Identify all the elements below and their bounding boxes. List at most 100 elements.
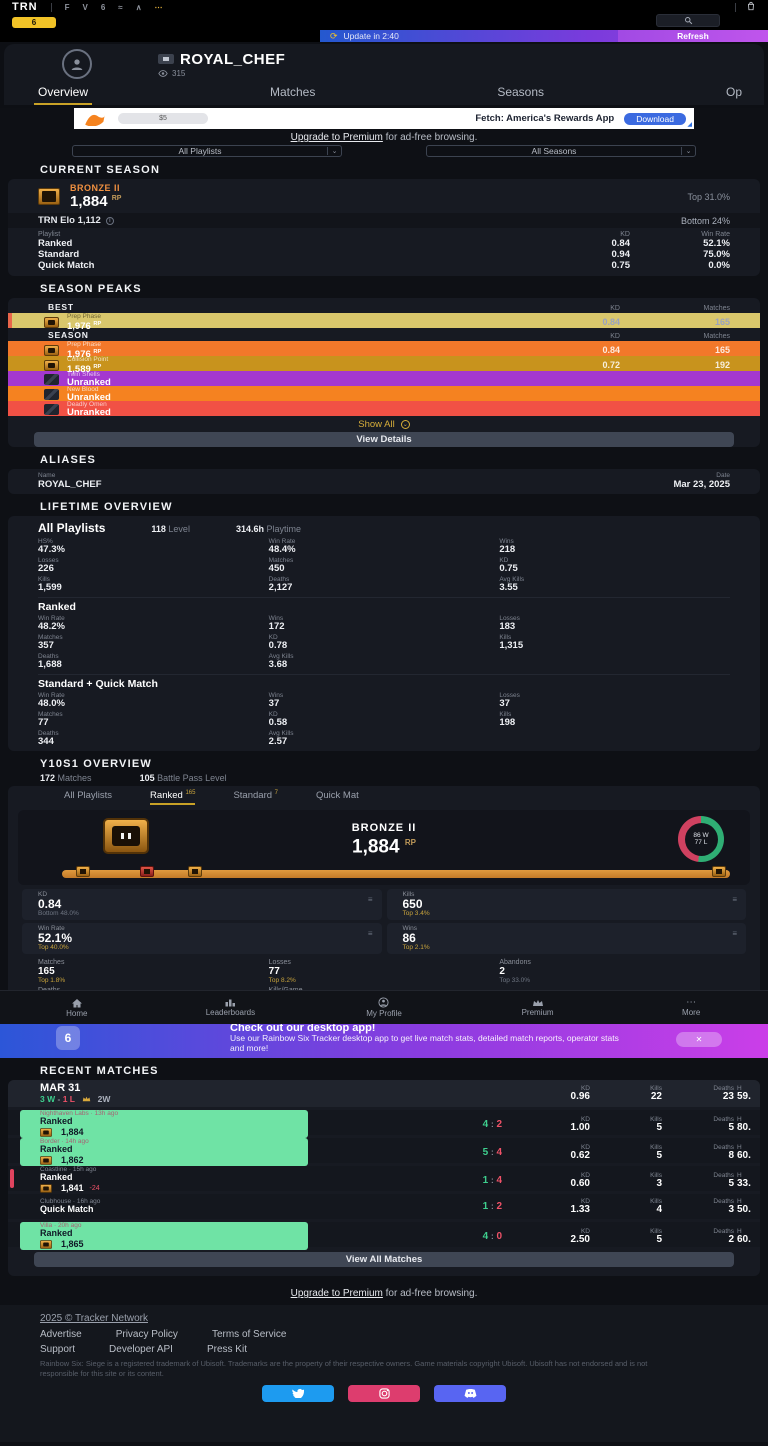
close-button[interactable]: ✕: [676, 1032, 722, 1048]
tile-kd[interactable]: ≡ KD 0.84 Bottom 48.0%: [22, 889, 382, 921]
desktop-app-banner[interactable]: 6 Check out our desktop app! Use our Rai…: [0, 1018, 768, 1059]
rank-points: 1,884 RP: [352, 836, 416, 858]
link-privacy-policy[interactable]: Privacy Policy: [116, 1329, 178, 1340]
rank-badge-icon: [40, 1239, 52, 1249]
playlist-row-standard: Standard 0.94 75.0%: [38, 249, 730, 260]
nav-leaderboards[interactable]: Leaderboards: [154, 991, 308, 1024]
link-support[interactable]: Support: [40, 1344, 75, 1355]
ad-download-button[interactable]: Download: [624, 112, 686, 125]
tab-operators[interactable]: Op: [722, 83, 746, 105]
view-details-button[interactable]: View Details: [34, 432, 734, 447]
chevron-down-icon: ⌄: [400, 419, 410, 429]
game-icon-misc[interactable]: ≈: [118, 3, 122, 12]
tab-matches[interactable]: Matches: [266, 83, 319, 105]
chevron-down-icon: ⌄: [681, 147, 695, 155]
tile-menu-icon[interactable]: ≡: [368, 896, 373, 904]
adchoices-icon[interactable]: ◢: [687, 121, 692, 128]
playlist-filter-label: All Playlists: [178, 146, 222, 156]
season-header: SEASON KD Matches: [48, 330, 730, 340]
stat-cell: Avg Kills 2.57: [268, 730, 294, 747]
tile-kills[interactable]: ≡ Kills 650 Top 3.4%: [386, 889, 746, 921]
stat-cell: Win Rate 48.2%: [38, 615, 65, 632]
tab-quick-match[interactable]: Quick Mat: [316, 790, 359, 805]
chevron-down-icon: ⌄: [327, 147, 341, 155]
premium-crown-icon: [532, 999, 543, 1006]
top-app-bar: TRN F V 6 ≈ ∧ ⋯: [0, 0, 768, 14]
person-icon: [71, 59, 83, 70]
lifetime-title: LIFETIME OVERVIEW: [40, 501, 173, 513]
tab-ranked[interactable]: Ranked 165: [150, 790, 196, 806]
tab-all-playlists[interactable]: All Playlists: [64, 790, 112, 805]
rank-badge-large-icon: [103, 818, 149, 855]
match-row-clubhouse[interactable]: Clubhouse · 16h ago Quick Match 1 : 2 KD…: [8, 1194, 760, 1220]
search-button[interactable]: [656, 14, 720, 27]
divider: [50, 2, 52, 12]
tile-menu-icon[interactable]: ≡: [368, 930, 373, 938]
season-row-twin-shells[interactable]: Twin Shells Unranked: [8, 371, 760, 387]
match-row-coastline[interactable]: Coastline · 15h ago Ranked 1,841 -24 1 : …: [8, 1166, 760, 1193]
game-icon-fortnite[interactable]: F: [65, 3, 70, 12]
info-icon[interactable]: i: [105, 216, 114, 225]
tile-wins[interactable]: ≡ Wins 86 Top 2.1%: [386, 923, 746, 955]
link-terms-of-service[interactable]: Terms of Service: [212, 1329, 286, 1340]
game-icon-valorant[interactable]: V: [83, 3, 88, 12]
season-row-deadly-omen[interactable]: Deadly Omen Unranked: [8, 401, 760, 417]
nav-my-profile[interactable]: My Profile: [307, 991, 461, 1024]
twitter-button[interactable]: [262, 1384, 334, 1402]
player-name: ROYAL_CHEF: [180, 50, 286, 68]
trn-logo[interactable]: TRN: [12, 1, 38, 13]
match-row-border[interactable]: Border · 14h ago Ranked 1,862 5 : 4 KD 0.…: [8, 1138, 760, 1166]
tab-overview[interactable]: Overview: [34, 83, 93, 105]
playlist-row-ranked: Ranked 0.84 52.1%: [38, 238, 730, 249]
game-icon-misc2[interactable]: ∧: [136, 3, 142, 12]
tab-seasons[interactable]: Seasons: [493, 83, 548, 105]
ad-banner[interactable]: $5 Fetch: America's Rewards App Download…: [74, 108, 694, 129]
match-row-villa[interactable]: Villa · 20h ago Ranked 1,865 4 : 0 KD 2.5…: [8, 1222, 760, 1250]
more-games-icon[interactable]: ⋯: [155, 3, 164, 12]
playlist-table-header: Playlist KD Win Rate: [38, 231, 730, 238]
unranked-icon: [44, 403, 59, 415]
show-all-button[interactable]: Show All ⌄: [8, 419, 760, 430]
upgrade-premium-link[interactable]: Upgrade to Premium: [291, 1288, 383, 1299]
refresh-cycle-icon: ⟳: [330, 30, 338, 41]
stat-cell: Kills 1,315: [499, 634, 524, 651]
stat-cell: Losses 183: [499, 615, 520, 632]
link-press-kit[interactable]: Press Kit: [207, 1344, 247, 1355]
link-developer-api[interactable]: Developer API: [109, 1344, 173, 1355]
game-icon-r6[interactable]: 6: [101, 3, 105, 12]
r6-game-button[interactable]: 6: [12, 16, 56, 28]
season-filter-dropdown[interactable]: All Seasons ⌄: [426, 145, 696, 157]
stat-cell: KD 0.78: [268, 634, 288, 651]
nav-premium[interactable]: Premium: [461, 991, 615, 1024]
tile-menu-icon[interactable]: ≡: [732, 930, 737, 938]
stat-cell: Avg Kills 3.68: [268, 653, 294, 670]
link-advertise[interactable]: Advertise: [40, 1329, 82, 1340]
tile-menu-icon[interactable]: ≡: [732, 896, 737, 904]
season-row-collision-point[interactable]: Collision Point 1,589 RP 0.72 192: [8, 356, 760, 374]
rank-name: BRONZE II: [351, 821, 417, 834]
upgrade-premium-link[interactable]: Upgrade to Premium: [291, 132, 383, 143]
aliases-card: Name ROYAL_CHEF Date Mar 23, 2025: [8, 469, 760, 494]
nav-more[interactable]: ⋯ More: [614, 991, 768, 1024]
tab-standard[interactable]: Standard 7: [233, 790, 278, 805]
playlist-filter-dropdown[interactable]: All Playlists ⌄: [72, 145, 342, 157]
refresh-button[interactable]: Refresh: [618, 30, 768, 42]
search-icon: [684, 17, 692, 25]
nav-home[interactable]: Home: [0, 991, 154, 1024]
y10s1-card: All Playlists Ranked 165 Standard 7 Quic…: [8, 786, 760, 1013]
banner-body: Use our Rainbow Six Tracker desktop app …: [230, 1033, 619, 1054]
elo-percentile: Bottom 24%: [680, 215, 730, 226]
premium-note-footer: Upgrade to Premium for ad-free browsing.: [0, 1288, 768, 1299]
match-row-nighthaven[interactable]: Nighthaven Labs · 13h ago Ranked 1,884 4…: [8, 1110, 760, 1138]
season-row-new-blood[interactable]: New Blood Unranked: [8, 386, 760, 402]
discord-button[interactable]: [434, 1384, 506, 1402]
instagram-button[interactable]: [348, 1384, 420, 1402]
season-row-prep-phase[interactable]: Prep Phase 1,976 RP 0.84 165: [8, 341, 760, 359]
best-peak-row[interactable]: Prep Phase 1,976 RP 0.84 165: [8, 313, 760, 331]
y10s1-subtitle: 172 Matches 105 Battle Pass Level: [40, 773, 227, 783]
rank-badge-icon: [38, 188, 60, 205]
current-season-card: BRONZE II 1,884 RP Top 31.0% TRN Elo 1,1…: [8, 179, 760, 276]
avatar[interactable]: [62, 49, 92, 79]
tile-winrate[interactable]: ≡ Win Rate 52.1% Top 40.0%: [22, 923, 382, 955]
view-all-matches-button[interactable]: View All Matches: [34, 1252, 734, 1268]
